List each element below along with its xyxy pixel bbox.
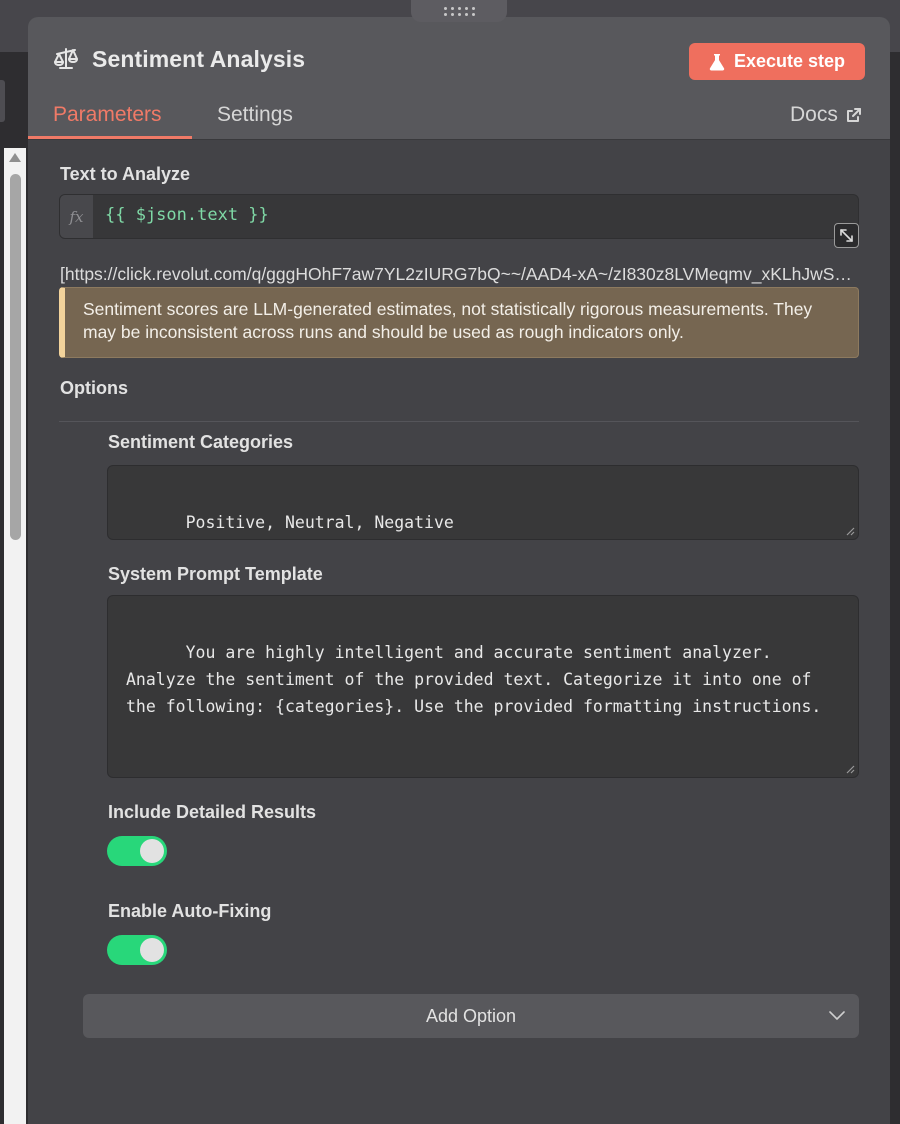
scrollbar-thumb[interactable] [10, 174, 21, 540]
panel-drag-handle[interactable] [411, 0, 507, 22]
expression-result-preview: [https://click.revolut.com/q/gggHOhF7aw7… [60, 264, 860, 284]
text-to-analyze-label: Text to Analyze [60, 164, 191, 184]
tab-parameters[interactable]: Parameters [53, 103, 162, 127]
expand-icon [840, 229, 853, 242]
canvas-side-element [0, 80, 5, 122]
parameters-content: Text to Analyze fx {{ $json.text }} [htt… [28, 140, 890, 1124]
node-title-row: Sentiment Analysis [52, 45, 305, 73]
add-option-dropdown[interactable]: Add Option [83, 994, 859, 1038]
include-detailed-results-toggle[interactable] [107, 836, 167, 866]
panel-header: Sentiment Analysis Execute step Paramete… [28, 17, 890, 140]
options-divider [59, 421, 859, 422]
docs-label: Docs [790, 103, 838, 126]
text-to-analyze-expression-field[interactable]: fx {{ $json.text }} [59, 194, 859, 248]
fx-icon: fx [60, 195, 93, 238]
system-prompt-label: System Prompt Template [108, 564, 323, 584]
toggle-knob [140, 839, 164, 863]
warning-notice: Sentiment scores are LLM-generated estim… [59, 287, 859, 358]
node-details-panel: Sentiment Analysis Execute step Paramete… [28, 17, 890, 1124]
scale-icon [54, 48, 78, 69]
execute-step-button[interactable]: Execute step [689, 43, 865, 80]
scrollbar[interactable] [4, 148, 26, 1124]
scroll-up-arrow-icon[interactable] [9, 153, 21, 162]
include-detailed-results-label: Include Detailed Results [108, 802, 317, 822]
system-prompt-value: You are highly intelligent and accurate … [126, 643, 822, 716]
active-tab-indicator [28, 136, 192, 139]
sentiment-categories-input[interactable]: Positive, Neutral, Negative [107, 465, 859, 540]
expand-editor-button[interactable] [834, 223, 859, 248]
node-title: Sentiment Analysis [92, 45, 306, 72]
toggle-knob [140, 938, 164, 962]
resize-grip-icon[interactable] [846, 527, 855, 536]
drag-dots-icon [443, 6, 475, 16]
expression-value[interactable]: {{ $json.text }} [105, 205, 269, 225]
enable-auto-fixing-toggle[interactable] [107, 935, 167, 965]
sentiment-categories-label: Sentiment Categories [108, 432, 294, 452]
enable-auto-fixing-label: Enable Auto-Fixing [108, 901, 272, 921]
system-prompt-input[interactable]: You are highly intelligent and accurate … [107, 595, 859, 778]
external-link-icon [846, 108, 861, 122]
flask-icon [709, 53, 725, 70]
sentiment-categories-value: Positive, Neutral, Negative [185, 513, 454, 532]
execute-step-label: Execute step [733, 51, 846, 71]
docs-link[interactable]: Docs [790, 103, 862, 127]
chevron-down-icon [829, 1011, 845, 1020]
resize-grip-icon[interactable] [846, 765, 855, 774]
options-heading: Options [60, 378, 128, 398]
tab-settings[interactable]: Settings [217, 103, 293, 127]
add-option-label: Add Option [425, 1005, 517, 1026]
